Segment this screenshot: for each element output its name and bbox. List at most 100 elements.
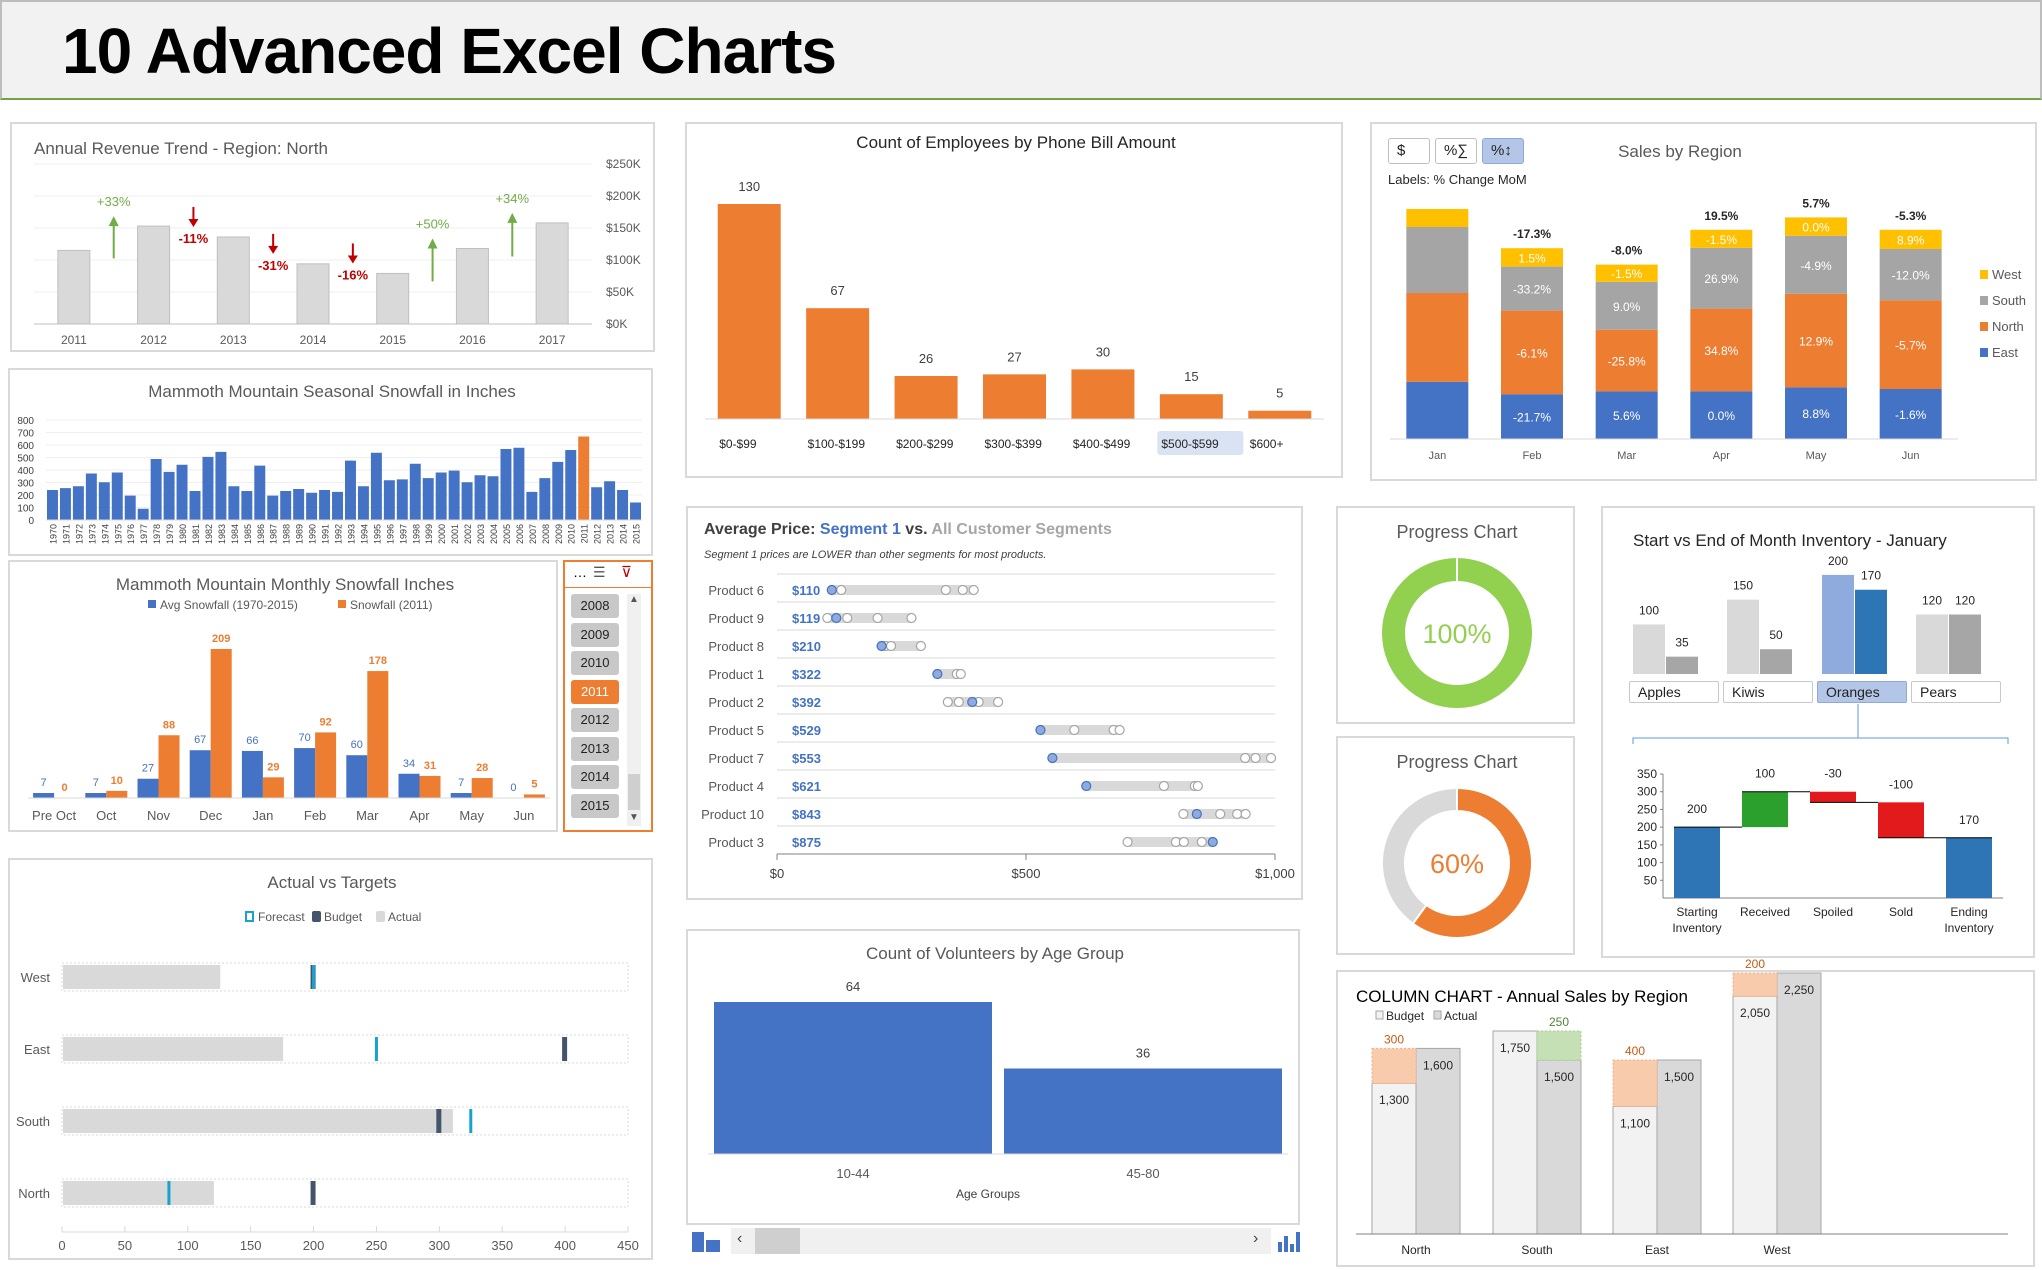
- segment-label: -4.9%: [1800, 259, 1832, 273]
- x-tick-label: 450: [617, 1238, 639, 1253]
- progress-chart-1: Progress Chart 100%: [1382, 522, 1532, 708]
- waterfall-bar: [1674, 827, 1720, 898]
- snowfall-bar: [158, 735, 180, 798]
- phone-bill-panel: Count of Employees by Phone Bill Amount 1…: [685, 122, 1343, 478]
- slicer-scrollbar[interactable]: ▲ ▼: [627, 594, 641, 826]
- up-arrow-icon: [507, 212, 518, 223]
- slicer-item-2012[interactable]: 2012: [571, 708, 619, 732]
- x-tick-label: 1977: [139, 524, 149, 544]
- data-label: 1,600: [1423, 1058, 1453, 1072]
- inventory-bar: [1822, 574, 1854, 674]
- snowfall-bar: [396, 479, 408, 520]
- progress-chart-panel-1: Progress Chart 100%: [1336, 506, 1575, 724]
- change-label: -11%: [179, 231, 209, 246]
- volunteer-bar: [1004, 1068, 1282, 1154]
- snowfall-bar: [487, 476, 499, 520]
- slicer-item-2014[interactable]: 2014: [571, 765, 619, 789]
- data-label: 2,250: [1784, 983, 1814, 997]
- year-slicer[interactable]: … ☰ ⊽ 2008 2009 2010 2011 2012 2013 2014 2015 ▲…: [563, 560, 653, 832]
- scroll-up-icon[interactable]: ▲: [629, 594, 639, 605]
- budget-marker: [310, 1181, 316, 1205]
- change-label: +33%: [97, 194, 131, 209]
- inventory-bar: [1916, 614, 1948, 674]
- scroll-down-icon[interactable]: ▼: [629, 812, 639, 823]
- slicer-item-2008[interactable]: 2008: [571, 594, 619, 618]
- segment1-price: $875: [792, 835, 821, 850]
- inventory-bar: [1633, 624, 1665, 674]
- segment-label: -21.7%: [1513, 411, 1551, 425]
- fewer-bins-icon[interactable]: [692, 1232, 722, 1252]
- segment1-price: $210: [792, 639, 821, 654]
- more-icon[interactable]: …: [573, 564, 587, 580]
- segment1-dot: [1191, 808, 1202, 820]
- change-label: +34%: [495, 191, 529, 206]
- snowfall-bar: [513, 447, 525, 520]
- data-label: 26: [919, 351, 933, 366]
- slicer-item-2010[interactable]: 2010: [571, 651, 619, 675]
- actual-bar: [63, 965, 221, 989]
- product-label: Product 7: [708, 751, 764, 766]
- scroll-thumb[interactable]: [755, 1228, 800, 1254]
- data-label: 5: [1276, 386, 1283, 401]
- x-tick-label: 250: [366, 1238, 388, 1253]
- slicer-item-2011[interactable]: 2011: [571, 679, 619, 704]
- x-tick-label: Inventory: [1672, 921, 1721, 935]
- x-tick-label: 50: [118, 1238, 132, 1253]
- x-axis-title: Age Groups: [956, 1187, 1020, 1201]
- x-tick-label: 1984: [230, 524, 240, 544]
- snowfall-bar: [591, 487, 603, 520]
- snowfall-bar: [630, 502, 641, 520]
- chart-title: Average Price: Segment 1 vs. All Custome…: [704, 521, 1112, 538]
- clear-filter-icon[interactable]: ⊽: [621, 563, 632, 581]
- data-label: 7: [41, 777, 47, 789]
- x-tick-label: 1993: [346, 524, 356, 544]
- actual-bar: [63, 1037, 284, 1061]
- snowfall-bar: [367, 671, 389, 798]
- slicer-item-2009[interactable]: 2009: [571, 622, 619, 647]
- snowfall-bar: [254, 465, 266, 520]
- x-tick-label: 2015: [632, 524, 642, 544]
- data-label: 1,500: [1664, 1070, 1694, 1084]
- slicer-item-2015[interactable]: 2015: [571, 793, 619, 818]
- category-label: North: [18, 1186, 50, 1201]
- snowfall-bar: [293, 489, 305, 520]
- x-tick-label: Inventory: [1944, 921, 1993, 935]
- data-label: 178: [369, 655, 387, 667]
- inventory-chart: Start vs End of Month Inventory - Januar…: [1632, 531, 2009, 935]
- x-tick-label: 1987: [269, 524, 279, 544]
- revenue-bar: [57, 249, 91, 325]
- actual-bar: [1536, 1059, 1582, 1235]
- scroll-right-icon[interactable]: ›: [1253, 1230, 1258, 1248]
- scroll-track[interactable]: ‹ ›: [731, 1228, 1271, 1254]
- more-bins-icon[interactable]: [1278, 1232, 1304, 1252]
- x-tick-label: 2004: [489, 524, 499, 544]
- snowfall-bar: [419, 775, 441, 798]
- scroll-left-icon[interactable]: ‹: [737, 1230, 742, 1248]
- multi-select-icon[interactable]: ☰: [593, 564, 606, 581]
- data-label: -100: [1889, 777, 1913, 791]
- title-part: Segment 1: [820, 521, 901, 538]
- title-part: vs.: [901, 521, 932, 538]
- x-tick-label: Sold: [1889, 905, 1913, 919]
- legend-swatch: [1375, 1010, 1384, 1020]
- slicer-item-2013[interactable]: 2013: [571, 736, 619, 761]
- x-tick-label: 2011: [580, 524, 590, 543]
- snowfall-bar: [383, 480, 395, 520]
- x-tick-label: 2014: [619, 524, 629, 544]
- snowfall-bar: [280, 491, 292, 520]
- snowfall-bar: [474, 475, 486, 520]
- data-label: 200: [1828, 554, 1848, 568]
- title-part: Average Price:: [704, 521, 820, 538]
- legend-label: Snowfall (2011): [350, 598, 433, 612]
- data-label: 34: [403, 758, 415, 770]
- change-label: -31%: [258, 258, 289, 273]
- chart-title: COLUMN CHART - Annual Sales by Region: [1356, 987, 1688, 1006]
- chart-scrollbar[interactable]: ‹ ›: [686, 1226, 1306, 1256]
- waterfall-bar: [1742, 791, 1788, 828]
- x-tick-label: 1970: [48, 524, 58, 544]
- snowfall-bar: [111, 472, 123, 520]
- average-price-panel: Average Price: Segment 1 vs. All Custome…: [686, 506, 1303, 900]
- scroll-thumb[interactable]: [628, 774, 640, 810]
- product-label: Product 10: [701, 807, 764, 822]
- segment-label: -1.5%: [1706, 233, 1738, 247]
